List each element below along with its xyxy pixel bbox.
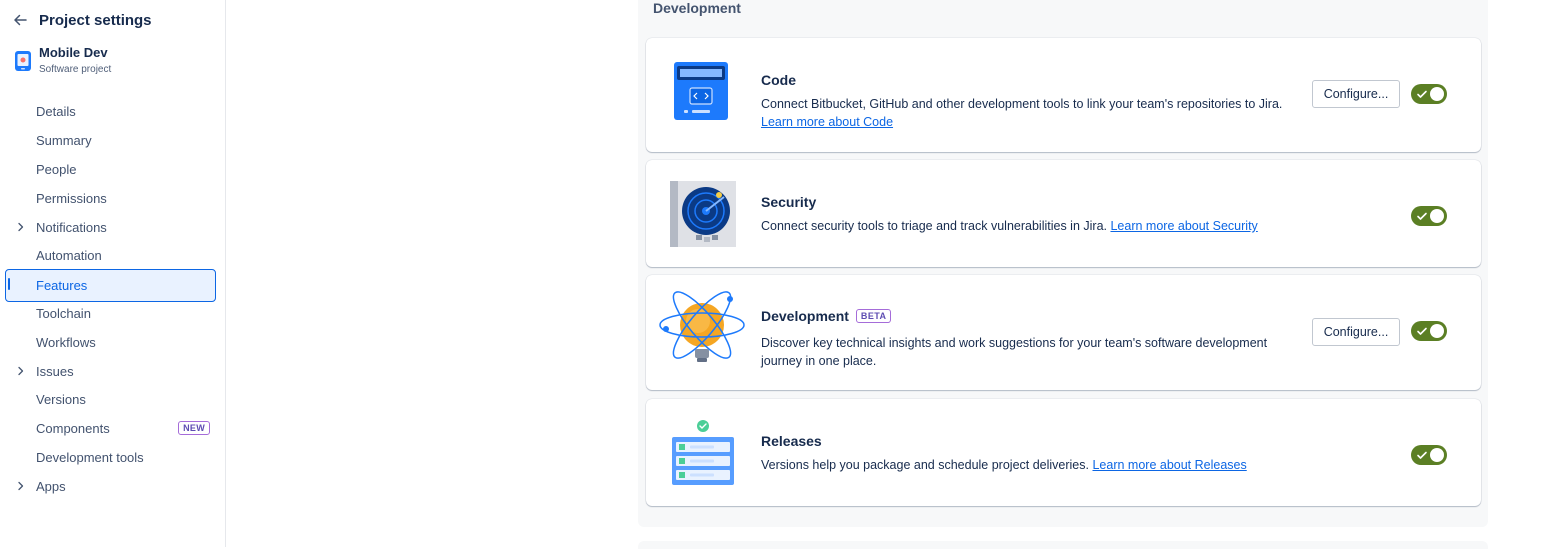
sidebar-item-development-tools[interactable]: Development tools [5, 443, 216, 472]
next-section-panel [638, 541, 1488, 549]
security-radar-illustration-icon [670, 181, 736, 247]
check-icon [1417, 451, 1427, 459]
card-description: Connect Bitbucket, GitHub and other deve… [761, 95, 1301, 131]
toggle-knob [1430, 448, 1444, 462]
sidebar-item-label: Toolchain [36, 306, 91, 321]
feature-card-releases: Releases Versions help you package and s… [646, 399, 1481, 506]
configure-development-button[interactable]: Configure... [1312, 318, 1400, 346]
section-title: Development [653, 0, 741, 16]
card-title: Code [761, 72, 796, 88]
learn-more-releases-link[interactable]: Learn more about Releases [1092, 458, 1246, 472]
new-badge: NEW [178, 421, 210, 435]
sidebar-item-notifications[interactable]: Notifications [5, 213, 216, 242]
sidebar-item-people[interactable]: People [5, 155, 216, 184]
project-header: Mobile Dev Software project [14, 45, 111, 77]
sidebar-item-permissions[interactable]: Permissions [5, 184, 216, 213]
sidebar-item-label: Automation [36, 248, 102, 263]
sidebar-item-issues[interactable]: Issues [5, 357, 216, 386]
sidebar-item-label: Notifications [36, 220, 107, 235]
card-description-text: Connect Bitbucket, GitHub and other deve… [761, 97, 1283, 111]
sidebar-item-summary[interactable]: Summary [5, 126, 216, 155]
sidebar-item-label: Development tools [36, 450, 144, 465]
sidebar-item-toolchain[interactable]: Toolchain [5, 299, 216, 328]
learn-more-security-link[interactable]: Learn more about Security [1110, 219, 1257, 233]
check-icon [1417, 90, 1427, 98]
development-atom-illustration-icon [659, 291, 745, 362]
sidebar: Project settings Mobile Dev Software pro… [0, 0, 226, 547]
sidebar-item-label: Issues [36, 364, 74, 379]
sidebar-item-details[interactable]: Details [5, 97, 216, 126]
settings-title: Project settings [39, 11, 152, 29]
releases-illustration-icon [672, 420, 734, 485]
card-description-text: Discover key technical insights and work… [761, 336, 1268, 368]
project-avatar-icon [15, 51, 31, 71]
feature-card-development: Development BETA Discover key technical … [646, 275, 1481, 390]
toggle-knob [1430, 209, 1444, 223]
toggle-knob [1430, 87, 1444, 101]
configure-code-button[interactable]: Configure... [1312, 80, 1400, 108]
card-description-text: Connect security tools to triage and tra… [761, 219, 1107, 233]
sidebar-item-label: Summary [36, 133, 92, 148]
sidebar-item-components[interactable]: Components NEW [5, 414, 216, 443]
check-icon [1417, 327, 1427, 335]
chevron-right-icon[interactable] [16, 366, 26, 376]
feature-card-security: Security Connect security tools to triag… [646, 160, 1481, 267]
sidebar-item-versions[interactable]: Versions [5, 385, 216, 414]
back-to-project-button[interactable]: Project settings [12, 8, 152, 32]
sidebar-item-automation[interactable]: Automation [5, 241, 216, 270]
arrow-left-icon [14, 14, 27, 26]
learn-more-code-link[interactable]: Learn more about Code [761, 115, 893, 129]
card-description: Versions help you package and schedule p… [761, 456, 1321, 474]
sidebar-item-label: Workflows [36, 335, 96, 350]
card-title-text: Releases [761, 433, 822, 449]
check-icon [1417, 212, 1427, 220]
project-name: Mobile Dev [39, 45, 108, 60]
sidebar-item-label: Components [36, 421, 110, 436]
feature-card-code: Code Connect Bitbucket, GitHub and other… [646, 38, 1481, 152]
development-feature-toggle[interactable] [1411, 321, 1447, 341]
sidebar-item-label: Permissions [36, 191, 107, 206]
card-description: Discover key technical insights and work… [761, 334, 1281, 370]
sidebar-item-label: Details [36, 104, 76, 119]
card-description: Connect security tools to triage and tra… [761, 217, 1321, 235]
sidebar-item-label: Versions [36, 392, 86, 407]
card-title-text: Security [761, 194, 817, 210]
card-title-text: Code [761, 72, 796, 88]
sidebar-item-label: Features [36, 278, 88, 293]
chevron-right-icon[interactable] [16, 481, 26, 491]
sidebar-item-workflows[interactable]: Workflows [5, 328, 216, 357]
project-type: Software project [39, 64, 112, 75]
sidebar-item-features[interactable]: Features [5, 269, 216, 302]
card-title: Releases [761, 433, 822, 449]
sidebar-item-label: People [36, 162, 77, 177]
card-description-text: Versions help you package and schedule p… [761, 458, 1089, 472]
releases-feature-toggle[interactable] [1411, 445, 1447, 465]
card-title: Development BETA [761, 308, 892, 324]
beta-badge: BETA [855, 309, 892, 323]
chevron-right-icon[interactable] [16, 222, 26, 232]
card-title-text: Development [761, 308, 849, 324]
toggle-knob [1430, 324, 1444, 338]
security-feature-toggle[interactable] [1411, 206, 1447, 226]
code-illustration-icon [674, 62, 728, 120]
sidebar-item-apps[interactable]: Apps [5, 472, 216, 501]
code-feature-toggle[interactable] [1411, 84, 1447, 104]
sidebar-item-label: Apps [36, 479, 66, 494]
card-title: Security [761, 194, 816, 210]
